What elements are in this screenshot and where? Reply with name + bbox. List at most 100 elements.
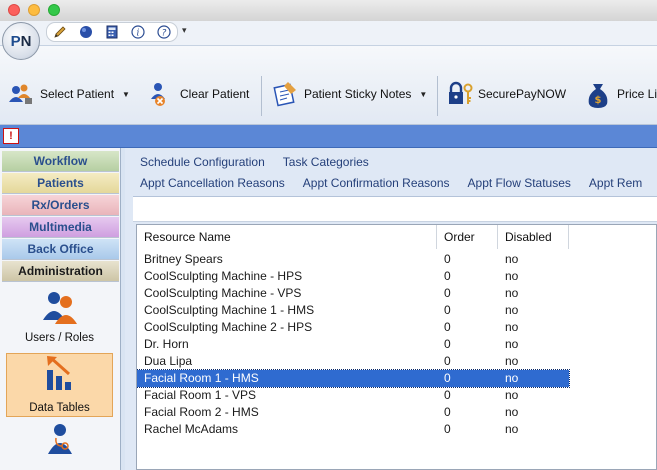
table-row[interactable]: CoolSculpting Machine - VPS 0 no [137,285,569,302]
clear-patient-icon [148,80,174,108]
quick-access-dropdown-icon[interactable]: ▾ [182,25,187,36]
cell-disabled: no [505,337,519,351]
window-minimize-button[interactable] [28,4,40,16]
nav-item-users-roles-label: Users / Roles [24,332,95,344]
nav-item-data-tables[interactable]: Data Tables [6,353,113,417]
table-row[interactable]: Britney Spears 0 no [137,251,569,268]
cell-resource-name: Facial Room 1 - VPS [144,388,257,402]
provider-icon [48,424,72,454]
column-header-order[interactable]: Order [437,225,498,249]
main-content: Schedule Configuration Task Categories A… [125,148,657,470]
cell-disabled: no [505,388,519,402]
cell-resource-name: Rachel McAdams [144,422,239,436]
nav-rx-orders[interactable]: Rx/Orders [2,195,119,216]
nav-patients[interactable]: Patients [2,173,119,194]
table-header: Resource Name Order Disabled [137,225,656,249]
data-tables-icon [47,356,71,390]
cell-order: 0 [444,371,451,385]
table-row[interactable]: CoolSculpting Machine 1 - HMS 0 no [137,302,569,319]
svg-text:?: ? [162,29,167,39]
cell-disabled: no [505,422,519,436]
table-row[interactable]: Rachel McAdams 0 no [137,421,569,438]
tab-row-1: Schedule Configuration Task Categories [140,155,387,173]
select-patient-label: Select Patient [40,87,115,101]
nav-item-provider[interactable] [6,422,113,462]
nav-multimedia[interactable]: Multimedia [2,217,119,238]
pen-icon[interactable] [52,24,68,40]
nav-administration[interactable]: Administration [2,261,119,282]
cell-order: 0 [444,354,451,368]
quick-access-toolbar: i ? ▾ [0,21,657,46]
tab-row-2: Appt Cancellation Reasons Appt Confirmat… [140,176,657,194]
money-bag-icon: $ [585,80,611,108]
cell-disabled: no [505,303,519,317]
cell-resource-name: CoolSculpting Machine - HPS [144,269,303,283]
tab-appt-reminders[interactable]: Appt Rem [589,176,642,194]
cell-resource-name: CoolSculpting Machine 2 - HPS [144,320,313,334]
tab-task-categories[interactable]: Task Categories [283,155,369,173]
quick-access-icons: i ? [46,22,178,42]
left-navigation: Workflow Patients Rx/Orders Multimedia B… [0,148,121,470]
clear-patient-label: Clear Patient [180,87,250,101]
tab-appt-cancellation-reasons[interactable]: Appt Cancellation Reasons [140,176,285,194]
table-row[interactable]: Dua Lipa 0 no [137,353,569,370]
svg-text:i: i [137,29,140,39]
cell-disabled: no [505,371,519,385]
window-close-button[interactable] [8,4,20,16]
nav-back-office[interactable]: Back Office [2,239,119,260]
securepaynow-label: SecurePayNOW [478,87,567,101]
ribbon-separator [261,76,262,116]
table-row[interactable]: Facial Room 2 - HMS 0 no [137,404,569,421]
sticky-notes-icon [272,80,298,108]
table-row[interactable]: Facial Room 1 - VPS 0 no [137,387,569,404]
column-header-resource-name[interactable]: Resource Name [137,225,437,249]
cell-disabled: no [505,354,519,368]
select-patient-dropdown-icon[interactable]: ▼ [122,90,130,99]
window-titlebar [0,0,657,22]
clear-patient-button[interactable]: Clear Patient [148,74,249,114]
nav-workflow[interactable]: Workflow [2,151,119,172]
price-list-label: Price Li [617,87,657,101]
calculator-icon[interactable] [104,24,120,40]
select-patient-icon [8,80,34,108]
nav-item-users-roles[interactable]: Users / Roles [6,288,113,350]
cell-order: 0 [444,303,451,317]
table-row-selected[interactable]: Facial Room 1 - HMS 0 no [137,369,570,388]
window-maximize-button[interactable] [48,4,60,16]
column-header-disabled[interactable]: Disabled [498,225,569,249]
info-icon[interactable]: i [130,24,146,40]
panel-header [133,197,657,222]
users-icon [43,292,77,324]
price-list-button[interactable]: $ Price Li [585,74,657,114]
table-row[interactable]: CoolSculpting Machine 2 - HPS 0 no [137,319,569,336]
tab-appt-flow-statuses[interactable]: Appt Flow Statuses [468,176,571,194]
table-row[interactable]: Dr. Horn 0 no [137,336,569,353]
table-row[interactable]: CoolSculpting Machine - HPS 0 no [137,268,569,285]
cell-resource-name: Britney Spears [144,252,223,266]
patient-sticky-notes-label: Patient Sticky Notes [304,87,412,101]
app-logo[interactable]: PN [2,22,40,60]
cell-disabled: no [505,320,519,334]
cell-disabled: no [505,405,519,419]
sticky-notes-dropdown-icon[interactable]: ▼ [419,90,427,99]
ribbon-separator [437,76,438,116]
select-patient-button[interactable]: Select Patient ▼ [8,74,130,114]
securepaynow-button[interactable]: SecurePayNOW [446,74,566,114]
tab-appt-confirmation-reasons[interactable]: Appt Confirmation Reasons [303,176,450,194]
cell-disabled: no [505,286,519,300]
resource-table: Resource Name Order Disabled Britney Spe… [136,224,657,470]
lock-key-icon [446,80,473,108]
cell-order: 0 [444,337,451,351]
ribbon-toolbar: Select Patient ▼ Clear Patient Patient S… [0,46,657,125]
cell-order: 0 [444,388,451,402]
tab-schedule-configuration[interactable]: Schedule Configuration [140,155,265,173]
alert-icon[interactable]: ! [3,128,19,144]
cell-order: 0 [444,252,451,266]
cell-order: 0 [444,422,451,436]
cell-resource-name: CoolSculpting Machine - VPS [144,286,302,300]
patient-sticky-notes-button[interactable]: Patient Sticky Notes ▼ [272,74,427,114]
help-icon[interactable]: ? [156,24,172,40]
globe-icon[interactable] [78,24,94,40]
alert-bar: ! [0,125,657,148]
cell-resource-name: Dua Lipa [144,354,193,368]
